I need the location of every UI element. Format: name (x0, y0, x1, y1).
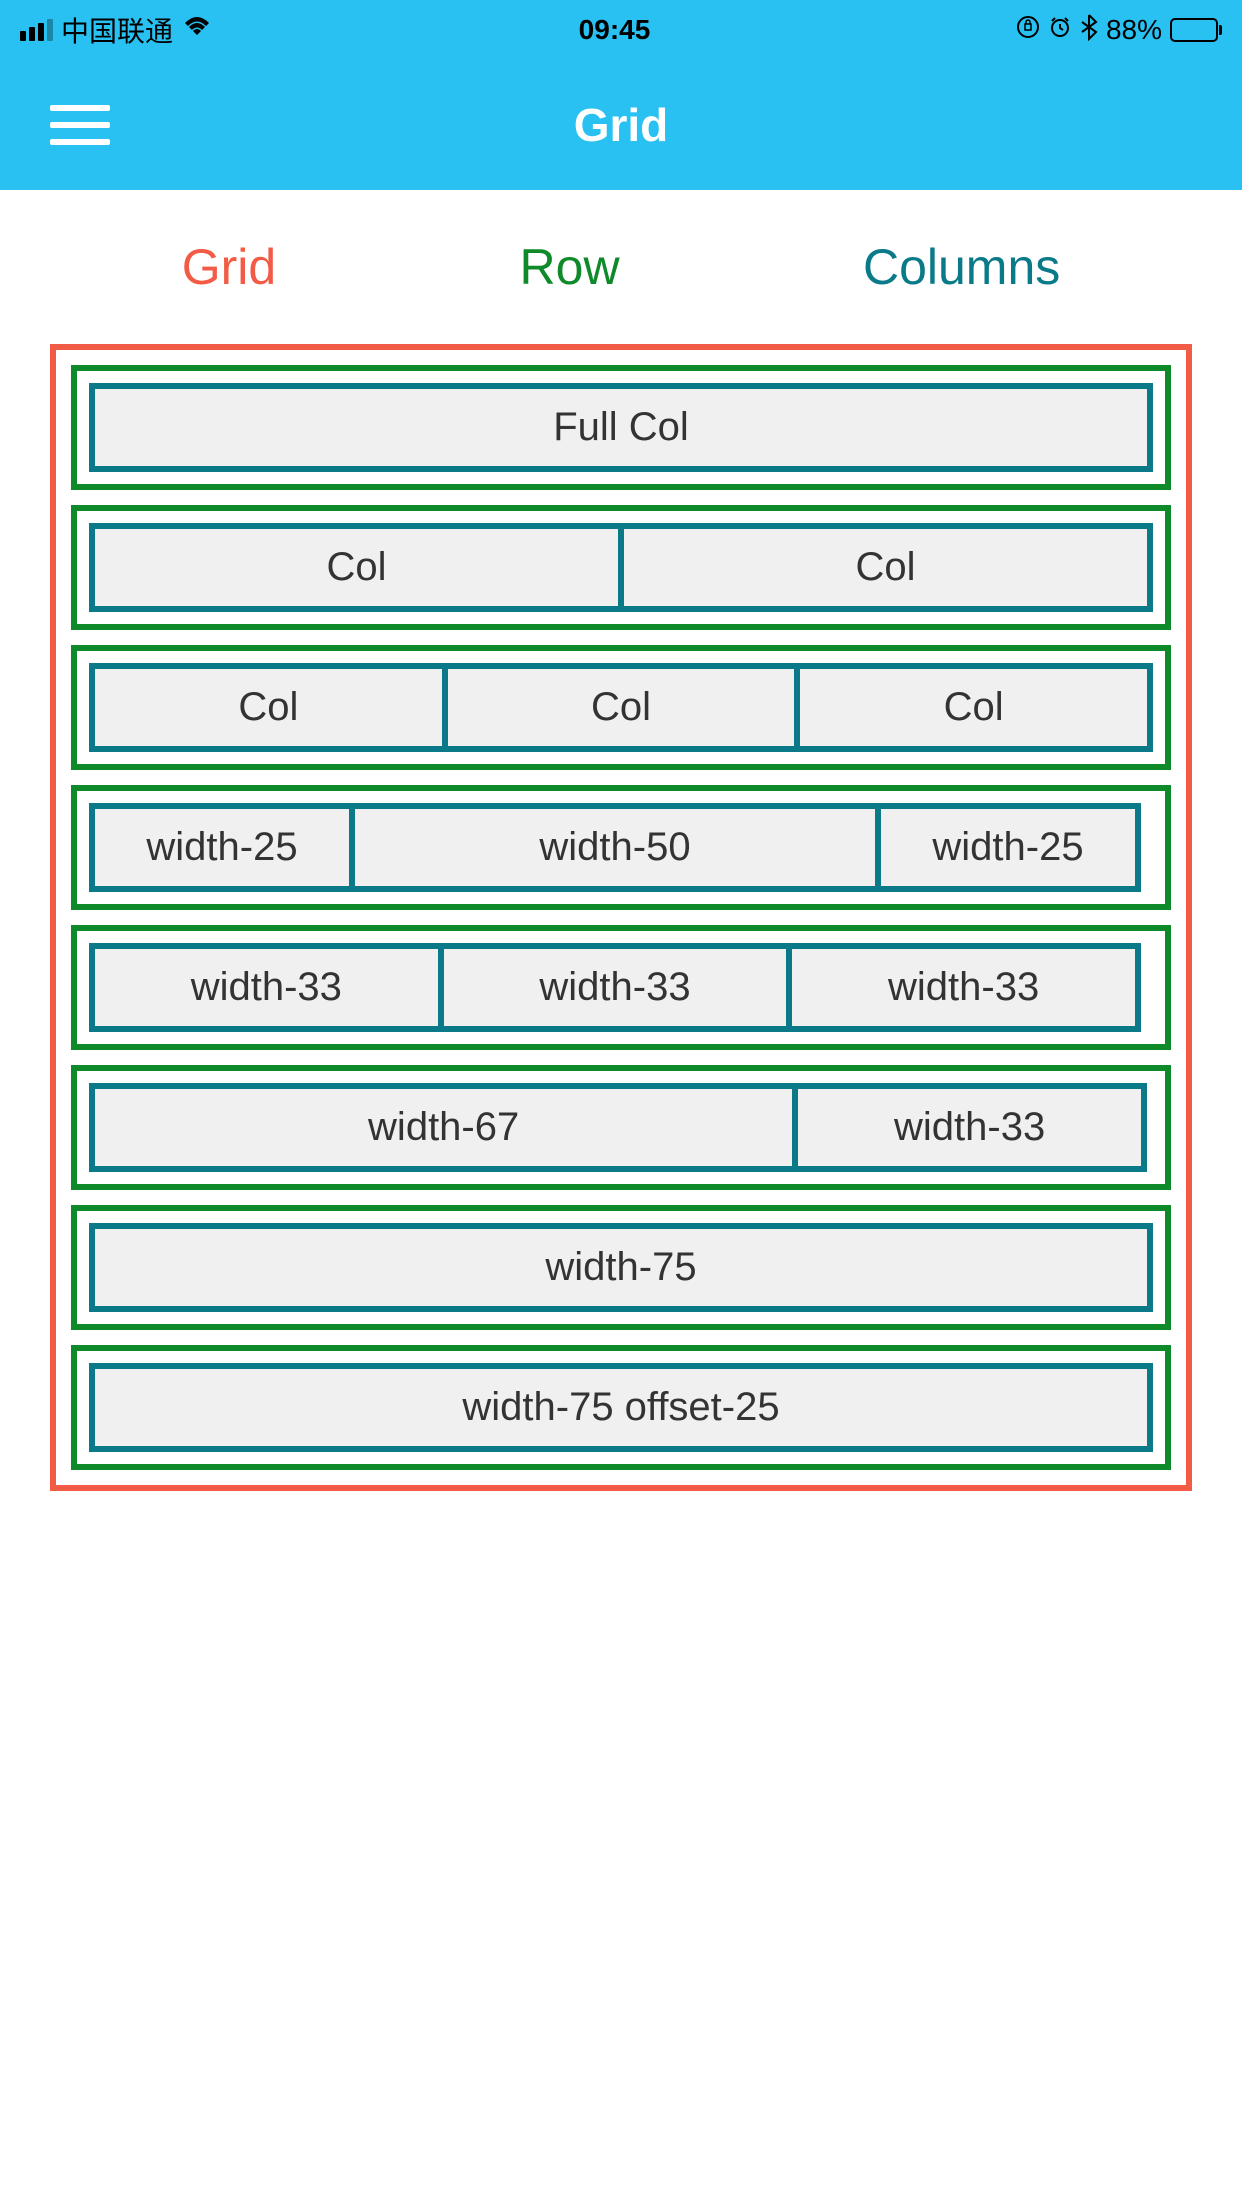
menu-icon[interactable] (50, 105, 110, 145)
grid-col: width-33 (89, 943, 444, 1032)
grid-row: Col Col (71, 505, 1171, 630)
legend-columns: Columns (863, 238, 1060, 296)
status-left: 中国联通 (20, 10, 213, 50)
grid-row: width-67 width-33 (71, 1065, 1171, 1190)
battery-icon (1170, 18, 1222, 42)
grid-col: Full Col (89, 383, 1153, 472)
grid-col: Col (794, 663, 1153, 752)
bluetooth-icon (1080, 13, 1098, 48)
alarm-icon (1048, 14, 1072, 46)
carrier-label: 中国联通 (61, 10, 173, 50)
grid-col: Col (89, 523, 624, 612)
grid-row: Full Col (71, 365, 1171, 490)
battery-percent: 88% (1106, 14, 1162, 46)
grid-row: width-33 width-33 width-33 (71, 925, 1171, 1050)
grid-col: width-50 (349, 803, 881, 892)
grid-col: width-33 (786, 943, 1141, 1032)
grid-col: width-75 offset-25 (89, 1363, 1153, 1452)
grid-col: Col (89, 663, 448, 752)
grid-row: width-25 width-50 width-25 (71, 785, 1171, 910)
grid-row: width-75 offset-25 (71, 1345, 1171, 1470)
cellular-signal-icon (20, 19, 53, 41)
grid-col: width-33 (792, 1083, 1147, 1172)
page-title: Grid (574, 98, 669, 152)
grid-col: width-33 (438, 943, 793, 1032)
grid-row: Col Col Col (71, 645, 1171, 770)
nav-header: Grid (0, 60, 1242, 190)
grid-col: Col (442, 663, 801, 752)
legend-grid: Grid (182, 238, 276, 296)
status-right: 88% (1016, 13, 1222, 48)
status-bar: 中国联通 09:45 88% (0, 0, 1242, 60)
grid-col: width-25 (89, 803, 355, 892)
grid-col: width-67 (89, 1083, 798, 1172)
legend: Grid Row Columns (0, 190, 1242, 344)
status-time: 09:45 (579, 14, 651, 46)
grid-row: width-75 (71, 1205, 1171, 1330)
grid-col: Col (618, 523, 1153, 612)
legend-row: Row (520, 238, 620, 296)
orientation-lock-icon (1016, 14, 1040, 46)
wifi-icon (181, 14, 213, 46)
grid-col: width-75 (89, 1223, 1153, 1312)
grid-container: Full Col Col Col Col Col Col width-25 wi… (50, 344, 1192, 1491)
grid-col: width-25 (875, 803, 1141, 892)
